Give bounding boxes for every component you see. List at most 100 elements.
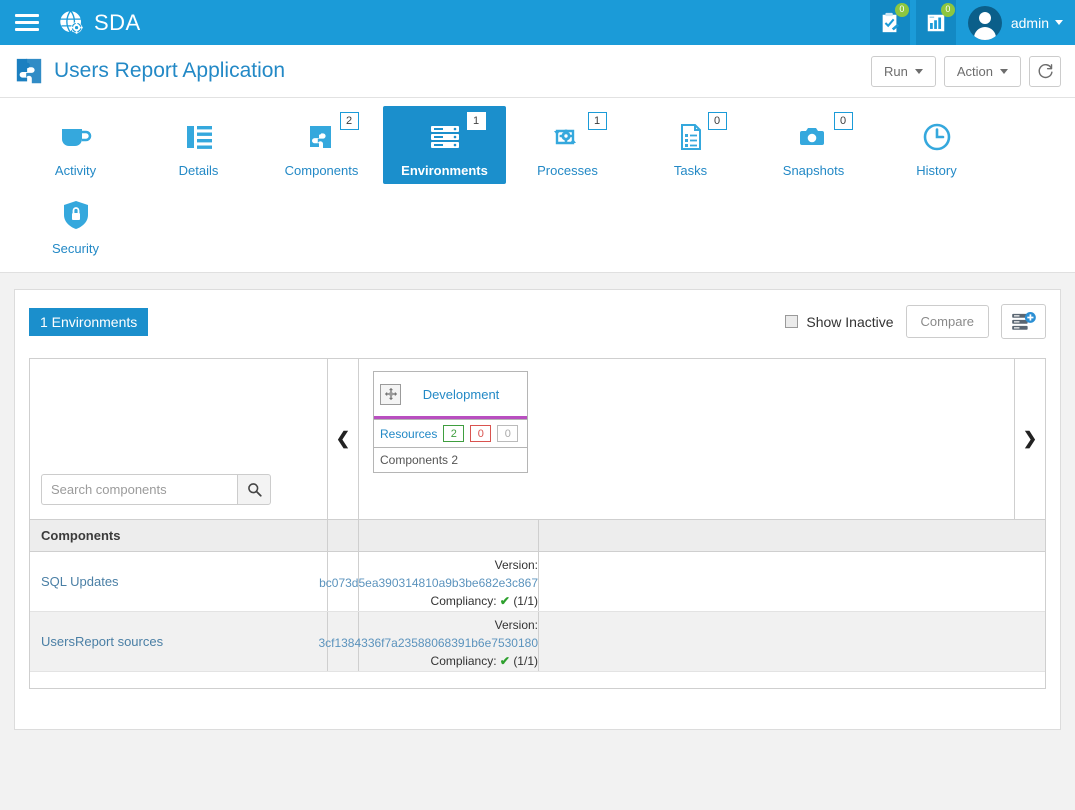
puzzle-piece-icon: 2 [307, 112, 359, 157]
compare-button[interactable]: Compare [905, 305, 989, 338]
reports-badge: 0 [940, 3, 955, 17]
run-label: Run [884, 64, 908, 79]
tab-environments-badge: 1 [466, 112, 486, 130]
resources-error-count: 0 [470, 425, 492, 442]
tab-components-label: Components [284, 163, 359, 178]
tab-snapshots-label: Snapshots [782, 163, 845, 178]
tab-strip: Activity Details 2 Components 1 Environm… [0, 98, 1075, 273]
environments-panel: 1 Environments Show Inactive Compare Sea… [14, 289, 1061, 730]
hamburger-icon[interactable] [10, 8, 44, 38]
compliancy-info: Compliancy: ✔ (1/1) [296, 652, 538, 670]
panel-toolbar: 1 Environments Show Inactive Compare [29, 304, 1046, 339]
caret-down-icon [914, 69, 923, 74]
resources-label: Resources [380, 426, 438, 441]
page-title: Users Report Application [54, 59, 286, 82]
environment-components-count: Components 2 [374, 447, 527, 472]
task-list-icon: 0 [677, 112, 727, 157]
user-name[interactable]: admin [1011, 15, 1049, 31]
component-link[interactable]: SQL Updates [41, 574, 119, 589]
tab-environments-label: Environments [401, 163, 488, 178]
search-icon [247, 483, 262, 497]
action-button[interactable]: Action [943, 56, 1021, 87]
tab-activity[interactable]: Activity [14, 106, 137, 184]
component-environment-cell: Version: bc073d5ea390314810a9b3be682e3c8… [319, 552, 539, 611]
top-navbar: SDA 0 0 admin [0, 0, 1075, 45]
environment-card-development[interactable]: Development Resources 2 0 0 Components 2 [373, 371, 528, 473]
brand-label: SDA [94, 9, 141, 35]
action-label: Action [956, 64, 993, 79]
compliancy-label: Compliancy: [430, 594, 497, 608]
show-inactive-label: Show Inactive [806, 313, 894, 330]
version-label: Version: [494, 618, 538, 632]
component-link[interactable]: UsersReport sources [41, 634, 163, 649]
version-hash[interactable]: bc073d5ea390314810a9b3be682e3c867 [296, 574, 538, 592]
compliancy-info: Compliancy: ✔ (1/1) [296, 592, 538, 610]
tab-tasks[interactable]: 0 Tasks [629, 106, 752, 184]
brand[interactable]: SDA [58, 9, 141, 36]
reports-button[interactable]: 0 [915, 0, 956, 45]
avatar[interactable] [967, 5, 1002, 40]
shield-lock-icon [61, 195, 91, 235]
tab-components[interactable]: 2 Components [260, 106, 383, 184]
server-stack-icon: 1 [426, 112, 486, 157]
prev-environment-button[interactable]: ❮ [328, 359, 359, 519]
tab-details-label: Details [178, 163, 219, 178]
tab-processes-badge: 1 [587, 112, 607, 130]
check-icon: ✔ [499, 594, 510, 608]
compliancy-value: (1/1) [513, 594, 538, 608]
application-header: Users Report Application Run Action [0, 45, 1075, 98]
top-right-controls: 0 0 admin [869, 0, 1067, 45]
components-column-header: Components [30, 520, 328, 551]
table-row[interactable]: SQL Updates Version: bc073d5ea390314810a… [30, 552, 1045, 612]
header-actions: Run Action [871, 56, 1061, 87]
search-box [41, 474, 271, 505]
table-row[interactable]: UsersReport sources Version: 3cf1384336f… [30, 612, 1045, 672]
move-arrows-icon[interactable] [380, 383, 401, 405]
search-cell [30, 359, 328, 519]
tab-history-label: History [916, 163, 957, 178]
clock-icon [921, 117, 953, 157]
next-environment-button[interactable]: ❯ [1014, 359, 1045, 519]
environment-column-header [359, 520, 539, 551]
tab-tasks-label: Tasks [673, 163, 708, 178]
tab-security[interactable]: Security [14, 184, 137, 262]
environment-cards: Development Resources 2 0 0 Components 2 [359, 359, 1014, 519]
resources-ok-count: 2 [443, 425, 465, 442]
caret-down-icon [1000, 69, 1008, 74]
tab-components-badge: 2 [339, 112, 359, 130]
search-input[interactable] [41, 474, 237, 505]
tab-tasks-badge: 0 [707, 112, 727, 130]
empty-column-header [539, 520, 1045, 551]
add-environment-button[interactable] [1001, 304, 1046, 339]
environment-name[interactable]: Development [401, 387, 521, 402]
check-icon: ✔ [499, 654, 510, 668]
empty-cell [539, 612, 1045, 671]
puzzle-piece-icon [16, 58, 42, 84]
version-hash[interactable]: 3cf1384336f7a23588068391b6e7530180 [296, 634, 538, 652]
component-environment-cell: Version: 3cf1384336f7a23588068391b6e7530… [318, 612, 539, 671]
search-button[interactable] [237, 474, 271, 505]
empty-cell [539, 552, 1045, 611]
approvals-badge: 0 [894, 3, 909, 17]
tab-processes[interactable]: 1 Processes [506, 106, 629, 184]
show-inactive-toggle[interactable]: Show Inactive [785, 313, 894, 330]
footer-space [0, 738, 1075, 810]
components-table-header: Components [30, 519, 1045, 552]
tab-processes-label: Processes [537, 163, 598, 178]
compliancy-value: (1/1) [513, 654, 538, 668]
approvals-button[interactable]: 0 [869, 0, 910, 45]
version-info: Version: bc073d5ea390314810a9b3be682e3c8… [296, 556, 538, 610]
version-info: Version: 3cf1384336f7a23588068391b6e7530… [296, 616, 538, 670]
tab-snapshots[interactable]: 0 Snapshots [752, 106, 875, 184]
process-gear-icon: 1 [551, 112, 607, 157]
tab-environments[interactable]: 1 Environments [383, 106, 506, 184]
content-area: 1 Environments Show Inactive Compare Sea… [0, 273, 1075, 738]
grid-header-row: ❮ Developmen [30, 359, 1045, 519]
show-inactive-checkbox[interactable] [785, 315, 799, 328]
tab-history[interactable]: History [875, 106, 998, 184]
refresh-button[interactable] [1029, 56, 1061, 87]
run-button[interactable]: Run [871, 56, 936, 87]
tab-details[interactable]: Details [137, 106, 260, 184]
caret-down-icon[interactable] [1055, 20, 1063, 25]
globe-gear-icon [59, 10, 83, 34]
